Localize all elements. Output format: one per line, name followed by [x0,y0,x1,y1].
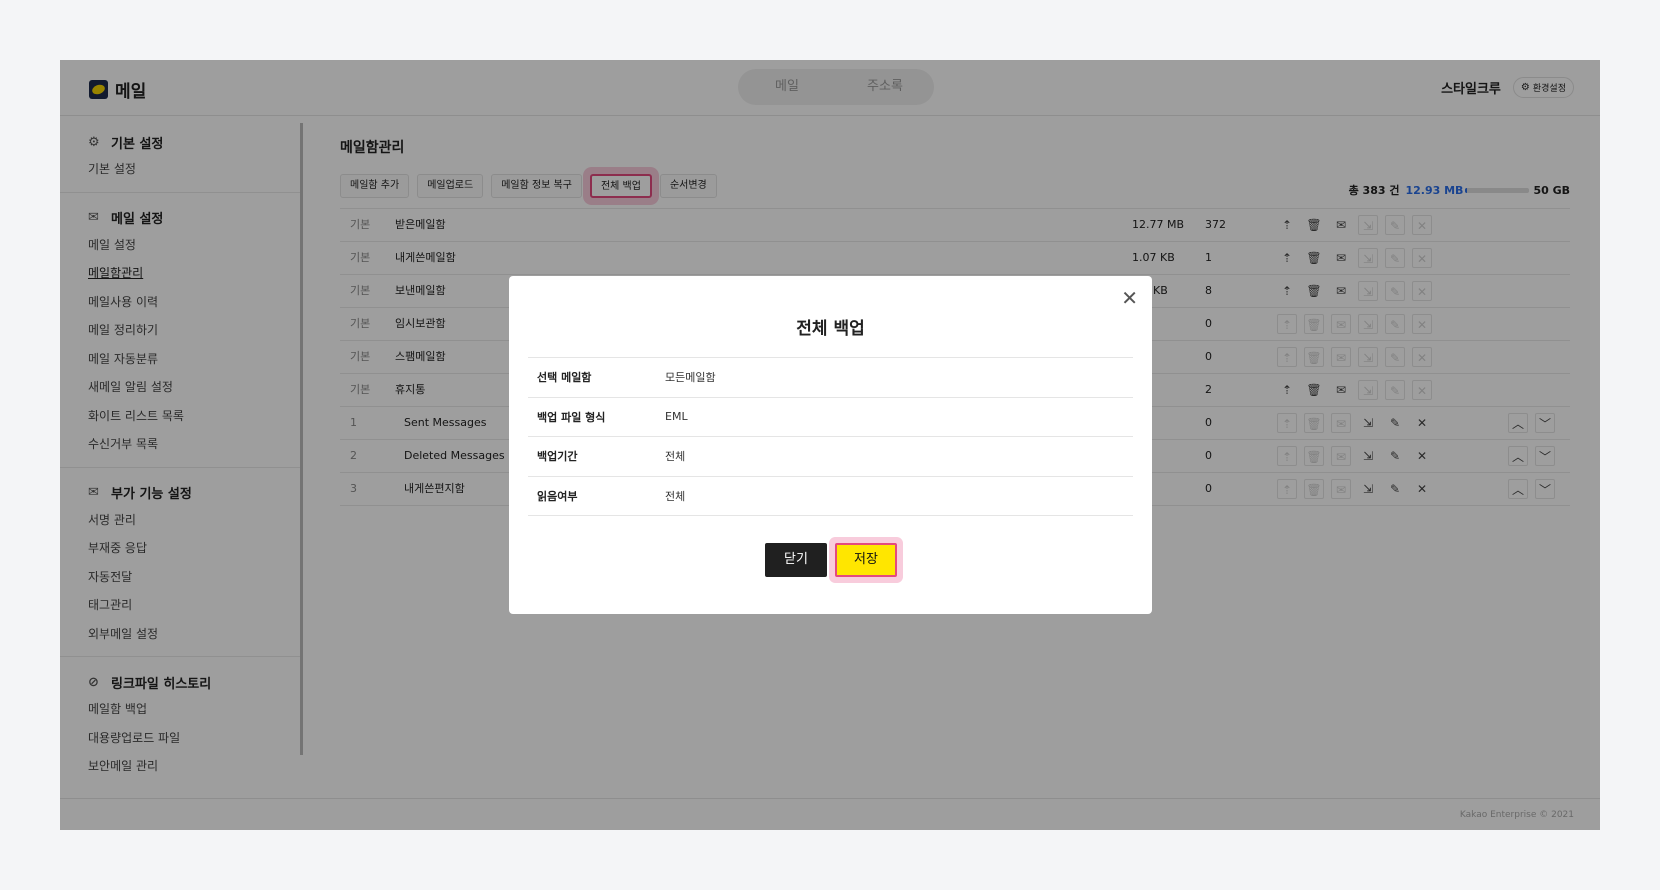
option-label: 선택 메일함 [537,371,592,385]
option-label: 백업 파일 형식 [537,410,606,424]
backup-options-table: 선택 메일함 모든메일함 백업 파일 형식 EML 백업기간 전체 읽음여부 전… [528,357,1133,516]
option-value: 모든메일함 [665,371,716,385]
save-button[interactable]: 저장 [835,543,897,577]
modal-buttons: 닫기 저장 [765,543,897,577]
modal-overlay[interactable]: ✕ 전체 백업 선택 메일함 모든메일함 백업 파일 형식 EML 백업기간 전… [60,60,1600,830]
backup-option-row: 백업기간 전체 [528,437,1133,477]
option-label: 백업기간 [537,450,578,464]
option-value: 전체 [665,489,686,503]
option-value: 전체 [665,450,686,464]
backup-option-row: 백업 파일 형식 EML [528,398,1133,437]
modal-title: 전체 백업 [796,319,865,339]
app-window: 메일 메일 주소록 스타일크루 ⚙ 환경설정 ⚙ 기본 설정 기본 설정 ✉ 메… [60,60,1600,830]
close-icon[interactable]: ✕ [1121,286,1138,310]
backup-option-row: 읽음여부 전체 [528,477,1133,516]
full-backup-modal: ✕ 전체 백업 선택 메일함 모든메일함 백업 파일 형식 EML 백업기간 전… [509,276,1152,614]
backup-option-row: 선택 메일함 모든메일함 [528,358,1133,398]
option-value: EML [665,410,688,424]
option-label: 읽음여부 [537,489,578,503]
close-button[interactable]: 닫기 [765,543,827,577]
